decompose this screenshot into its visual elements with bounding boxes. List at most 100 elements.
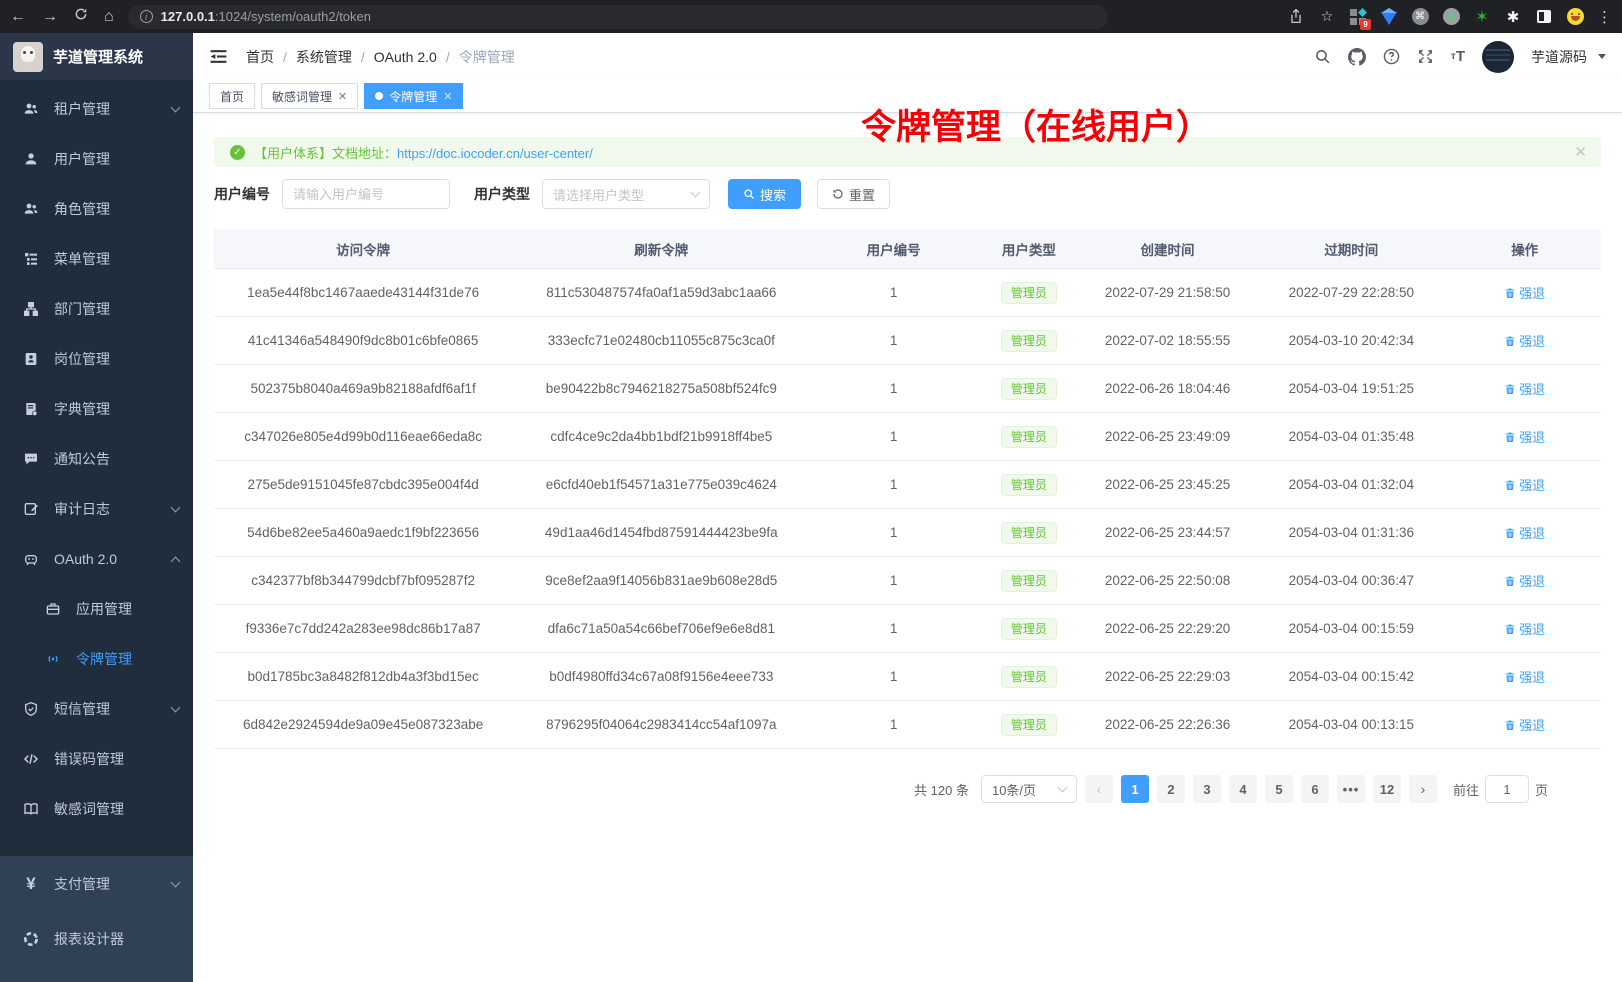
breadcrumb-oauth[interactable]: OAuth 2.0 bbox=[374, 49, 437, 65]
column-header-访问令牌: 访问令牌 bbox=[214, 239, 512, 259]
force-logout-button[interactable]: 强退 bbox=[1504, 379, 1545, 398]
force-logout-button[interactable]: 强退 bbox=[1504, 475, 1545, 494]
page-button-12[interactable]: 12 bbox=[1373, 775, 1401, 803]
sidebar-item-敏感词管理[interactable]: 敏感词管理 bbox=[0, 784, 193, 834]
browser-menu-icon[interactable]: ⋮ bbox=[1597, 8, 1612, 26]
bookmark-star-icon[interactable]: ☆ bbox=[1318, 8, 1336, 26]
page-size-select[interactable]: 10条/页 bbox=[981, 775, 1077, 803]
refresh-token-cell: cdfc4ce9c2da4bb1bdf21b9918ff4be5 bbox=[512, 429, 810, 444]
tab-首页[interactable]: 首页 bbox=[209, 83, 255, 109]
tab-令牌管理[interactable]: 令牌管理✕ bbox=[364, 83, 463, 109]
prev-page-button[interactable]: ‹ bbox=[1085, 775, 1113, 803]
alert-doc-link[interactable]: https://doc.iocoder.cn/user-center/ bbox=[397, 146, 593, 161]
star-extension-icon[interactable]: ✶ bbox=[1473, 8, 1491, 26]
tab-close-icon[interactable]: ✕ bbox=[338, 90, 347, 103]
table-row: c342377bf8b344799dcbf7bf095287f29ce8ef2a… bbox=[214, 557, 1601, 605]
extension-grid-icon[interactable]: 9 bbox=[1349, 8, 1367, 26]
action-cell: 强退 bbox=[1448, 283, 1601, 302]
sidebar-item-label: 通知公告 bbox=[54, 449, 179, 469]
sidebar-item-OAuth 2.0[interactable]: OAuth 2.0 bbox=[0, 534, 193, 584]
sidebar-item-岗位管理[interactable]: 岗位管理 bbox=[0, 334, 193, 384]
page-button-1[interactable]: 1 bbox=[1121, 775, 1149, 803]
sidebar-item-审计日志[interactable]: 审计日志 bbox=[0, 484, 193, 534]
page-button-6[interactable]: 6 bbox=[1301, 775, 1329, 803]
forward-icon[interactable]: → bbox=[42, 8, 58, 26]
breadcrumb-home[interactable]: 首页 bbox=[246, 47, 274, 67]
force-logout-button[interactable]: 强退 bbox=[1504, 715, 1545, 734]
user-type-tag: 管理员 bbox=[1001, 522, 1057, 544]
openbook-icon bbox=[22, 800, 40, 818]
tab-close-icon[interactable]: ✕ bbox=[443, 90, 452, 103]
search-button[interactable]: 搜索 bbox=[728, 179, 801, 209]
sidebar-item-错误码管理[interactable]: 错误码管理 bbox=[0, 734, 193, 784]
user-name[interactable]: 芋道源码 bbox=[1531, 47, 1587, 67]
share-icon[interactable] bbox=[1287, 8, 1305, 26]
force-logout-button[interactable]: 强退 bbox=[1504, 331, 1545, 350]
fullscreen-icon[interactable] bbox=[1417, 48, 1434, 65]
app-logo[interactable]: 芋道管理系统 bbox=[0, 33, 193, 80]
collapse-sidebar-icon[interactable] bbox=[209, 47, 228, 66]
sidebar-item-报表设计器[interactable]: 报表设计器 bbox=[0, 911, 193, 966]
user-type-select[interactable]: 请选择用户类型 bbox=[542, 179, 710, 209]
profile-emoji-icon[interactable] bbox=[1566, 8, 1584, 26]
user-id-cell: 1 bbox=[810, 285, 976, 300]
report-icon bbox=[22, 930, 40, 948]
force-logout-button[interactable]: 强退 bbox=[1504, 523, 1545, 542]
reload-icon[interactable] bbox=[74, 7, 88, 26]
expire-time-cell: 2054-03-04 00:36:47 bbox=[1254, 573, 1448, 588]
sidebar-item-应用管理[interactable]: 应用管理 bbox=[0, 584, 193, 634]
search-icon[interactable] bbox=[1314, 48, 1331, 65]
user-caret-icon[interactable] bbox=[1598, 54, 1606, 59]
sidebar-item-部门管理[interactable]: 部门管理 bbox=[0, 284, 193, 334]
page-button-3[interactable]: 3 bbox=[1193, 775, 1221, 803]
side-panel-icon[interactable] bbox=[1535, 8, 1553, 26]
next-page-button[interactable]: › bbox=[1409, 775, 1437, 803]
font-size-icon[interactable]: тT bbox=[1451, 48, 1465, 65]
tab-敏感词管理[interactable]: 敏感词管理✕ bbox=[261, 83, 358, 109]
page-button-4[interactable]: 4 bbox=[1229, 775, 1257, 803]
record-extension-icon[interactable] bbox=[1442, 8, 1460, 26]
sidebar-item-短信管理[interactable]: 短信管理 bbox=[0, 684, 193, 734]
force-logout-button[interactable]: 强退 bbox=[1504, 571, 1545, 590]
extension-badge: 9 bbox=[1360, 19, 1371, 30]
sidebar-item-角色管理[interactable]: 角色管理 bbox=[0, 184, 193, 234]
force-logout-button[interactable]: 强退 bbox=[1504, 283, 1545, 302]
sidebar-item-租户管理[interactable]: 租户管理 bbox=[0, 84, 193, 134]
breadcrumb-system[interactable]: 系统管理 bbox=[296, 47, 352, 67]
sidebar-item-字典管理[interactable]: 字典管理 bbox=[0, 384, 193, 434]
gem-extension-icon[interactable] bbox=[1380, 8, 1398, 26]
sidebar-item-菜单管理[interactable]: 菜单管理 bbox=[0, 234, 193, 284]
sidebar-item-令牌管理[interactable]: 令牌管理 bbox=[0, 634, 193, 684]
sidebar-item-用户管理[interactable]: 用户管理 bbox=[0, 134, 193, 184]
back-icon[interactable]: ← bbox=[10, 8, 26, 26]
page-button-2[interactable]: 2 bbox=[1157, 775, 1185, 803]
sidebar-item-label: 字典管理 bbox=[54, 399, 179, 419]
sidebar-item-支付管理[interactable]: ¥支付管理 bbox=[0, 856, 193, 911]
force-logout-button[interactable]: 强退 bbox=[1504, 619, 1545, 638]
asterisk-extension-icon[interactable]: ✱ bbox=[1504, 8, 1522, 26]
github-icon[interactable] bbox=[1348, 48, 1366, 66]
goto-page-input[interactable] bbox=[1485, 775, 1529, 803]
address-bar[interactable]: i 127.0.0.1:1024/system/oauth2/token bbox=[128, 5, 1108, 29]
access-token-cell: 54d6be82ee5a460a9aedc1f9bf223656 bbox=[214, 525, 512, 540]
refresh-token-cell: 333ecfc71e02480cb11055c875c3ca0f bbox=[512, 333, 810, 348]
created-time-cell: 2022-06-25 23:44:57 bbox=[1081, 525, 1254, 540]
force-logout-button[interactable]: 强退 bbox=[1504, 667, 1545, 686]
user-id-cell: 1 bbox=[810, 621, 976, 636]
site-info-icon[interactable]: i bbox=[140, 10, 153, 23]
refresh-token-cell: e6cfd40eb1f54571a31e775e039c4624 bbox=[512, 477, 810, 492]
force-logout-button[interactable]: 强退 bbox=[1504, 427, 1545, 446]
user-id-input[interactable] bbox=[282, 179, 450, 209]
page-button-5[interactable]: 5 bbox=[1265, 775, 1293, 803]
home-icon[interactable]: ⌂ bbox=[104, 8, 114, 26]
command-extension-icon[interactable]: ⌘ bbox=[1411, 8, 1429, 26]
people-icon bbox=[22, 100, 40, 118]
reset-button[interactable]: 重置 bbox=[817, 179, 890, 209]
alert-close-icon[interactable]: ✕ bbox=[1574, 143, 1587, 161]
more-pages-button[interactable]: ••• bbox=[1337, 775, 1365, 803]
sidebar-item-通知公告[interactable]: 通知公告 bbox=[0, 434, 193, 484]
avatar[interactable] bbox=[1482, 41, 1514, 73]
created-time-cell: 2022-07-02 18:55:55 bbox=[1081, 333, 1254, 348]
sidebar-item-label: 菜单管理 bbox=[54, 249, 179, 269]
help-icon[interactable] bbox=[1383, 48, 1400, 65]
